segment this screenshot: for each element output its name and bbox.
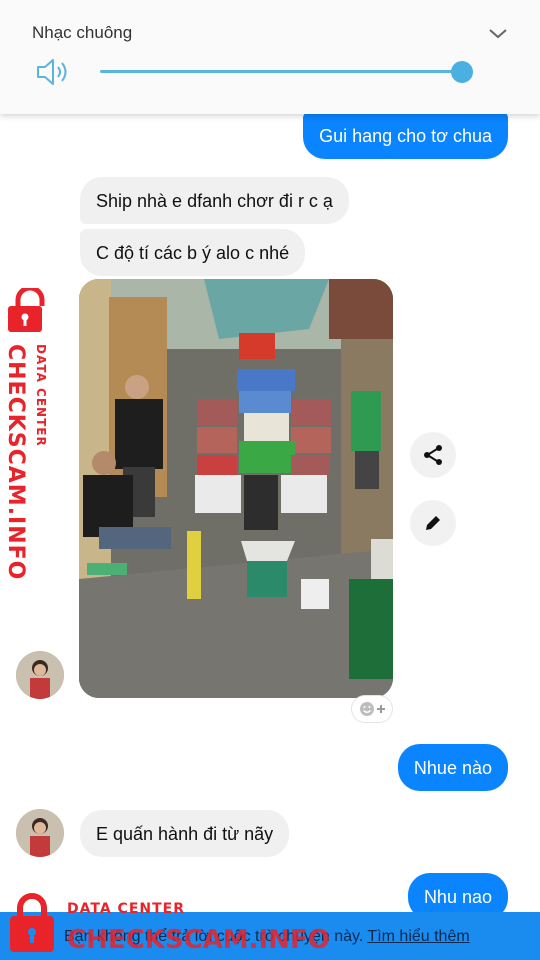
message-incoming[interactable]: Ship nhà e dfanh chơr đi r c ạ — [80, 177, 349, 224]
photo-message[interactable] — [79, 279, 393, 698]
watermark-brand: CHECKSCAM.INFO — [3, 344, 28, 581]
add-reaction-button[interactable] — [352, 696, 392, 722]
watermark: DATA CENTER CHECKSCAM.INFO — [0, 892, 330, 960]
add-reaction-icon — [360, 702, 385, 716]
speaker-icon[interactable] — [35, 56, 71, 88]
share-button[interactable] — [410, 432, 456, 478]
pencil-icon — [426, 516, 440, 530]
message-incoming[interactable]: E quấn hành đi từ nãy — [80, 810, 290, 857]
avatar[interactable] — [16, 809, 64, 857]
lock-icon — [8, 288, 45, 332]
volume-slider-track[interactable] — [100, 70, 462, 73]
message-incoming[interactable]: C độ tí các b ý alo c nhé — [80, 229, 306, 276]
volume-title: Nhạc chuông — [32, 23, 133, 42]
watermark-sub: DATA CENTER — [34, 344, 48, 447]
chevron-down-icon[interactable] — [486, 22, 510, 46]
watermark: CHECKSCAM.INFO DATA CENTER — [0, 288, 62, 580]
chat-screen: Nhạc chuông Gui hang cho tơ chua Ship nh… — [0, 0, 540, 960]
share-icon — [424, 445, 442, 465]
message-outgoing[interactable]: Nhue nào — [397, 744, 508, 791]
volume-panel: Nhạc chuông — [0, 0, 540, 114]
message-outgoing[interactable]: Gui hang cho tơ chua — [303, 112, 508, 159]
watermark-brand: CHECKSCAM.INFO — [67, 925, 330, 955]
watermark-sub: DATA CENTER — [67, 901, 185, 917]
volume-slider-thumb[interactable] — [451, 61, 473, 83]
edit-button[interactable] — [410, 500, 456, 546]
lock-icon — [10, 893, 54, 952]
avatar[interactable] — [16, 651, 64, 699]
learn-more-link[interactable]: Tìm hiểu thêm — [367, 928, 469, 945]
